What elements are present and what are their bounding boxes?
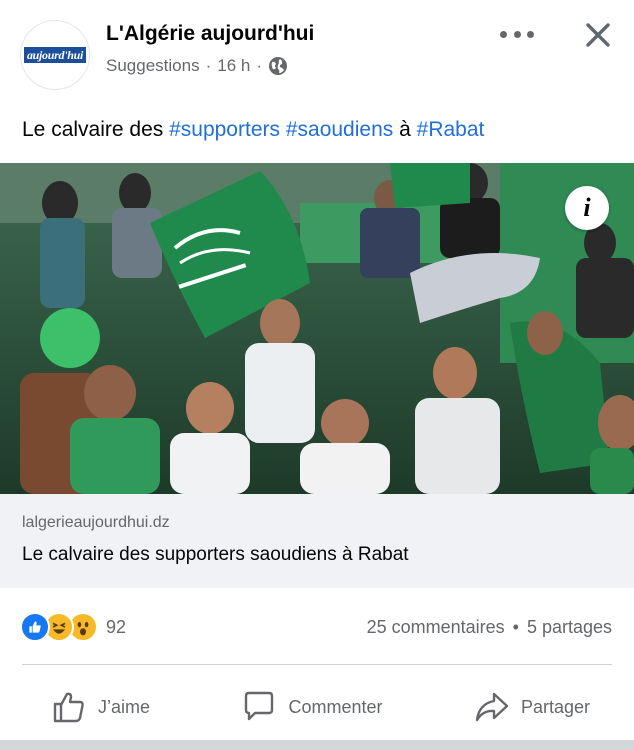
caption-text: à xyxy=(399,118,411,141)
meta-separator: · xyxy=(205,56,212,75)
close-icon[interactable] xyxy=(583,20,613,50)
caption-text: Le calvaire des xyxy=(22,118,170,141)
globe-icon xyxy=(268,56,288,76)
meta-separator: · xyxy=(256,56,263,75)
crowd-photo-illustration xyxy=(0,163,634,494)
page-name-link[interactable]: L'Algérie aujourd'hui xyxy=(106,22,314,46)
like-button[interactable]: J’aime xyxy=(50,680,150,734)
stats-separator: • xyxy=(512,617,519,637)
shares-count-link[interactable]: 5 partages xyxy=(527,617,612,638)
divider xyxy=(22,664,612,665)
meta-source: Suggestions xyxy=(106,56,200,75)
engagement-stats: 25 commentaires • 5 partages xyxy=(367,617,612,638)
reaction-summary[interactable]: 92 xyxy=(20,612,126,642)
info-icon[interactable]: i xyxy=(565,186,609,230)
comment-label: Commenter xyxy=(288,696,383,717)
comment-bubble-icon xyxy=(245,691,274,721)
link-domain: lalgerieaujourdhui.dz xyxy=(22,514,170,531)
like-icon xyxy=(20,612,50,642)
share-button[interactable]: Partager xyxy=(473,680,590,734)
page-logo: aujourd'hui xyxy=(24,47,86,63)
thumbs-up-icon xyxy=(53,692,84,723)
reaction-count: 92 xyxy=(106,616,127,637)
feed-separator xyxy=(0,740,634,750)
hashtag-link[interactable]: #Rabat xyxy=(417,118,485,141)
post-photo[interactable] xyxy=(0,163,634,494)
like-label: J’aime xyxy=(98,696,151,717)
share-arrow-icon xyxy=(475,692,509,722)
comment-button[interactable]: Commenter xyxy=(240,680,383,734)
page-avatar[interactable]: aujourd'hui xyxy=(20,20,90,90)
hashtag-link[interactable]: #saoudiens xyxy=(286,118,393,141)
link-title[interactable]: Le calvaire des supporters saoudiens à R… xyxy=(22,544,409,566)
post-timestamp[interactable]: 16 h xyxy=(217,56,250,76)
link-preview[interactable]: lalgerieaujourdhui.dz Le calvaire des su… xyxy=(0,494,634,588)
post-actions: J’aime Commenter Partager xyxy=(0,680,634,734)
hashtag-link[interactable]: #supporters xyxy=(169,118,280,141)
more-dots-icon[interactable] xyxy=(500,22,534,46)
post-meta: Suggestions · 16 h · xyxy=(106,56,288,76)
share-label: Partager xyxy=(520,696,590,717)
post-header: aujourd'hui L'Algérie aujourd'hui Sugges… xyxy=(0,0,634,100)
comments-count-link[interactable]: 25 commentaires xyxy=(367,617,505,638)
post-caption: Le calvaire des #supporters #saoudiens à… xyxy=(22,118,484,142)
